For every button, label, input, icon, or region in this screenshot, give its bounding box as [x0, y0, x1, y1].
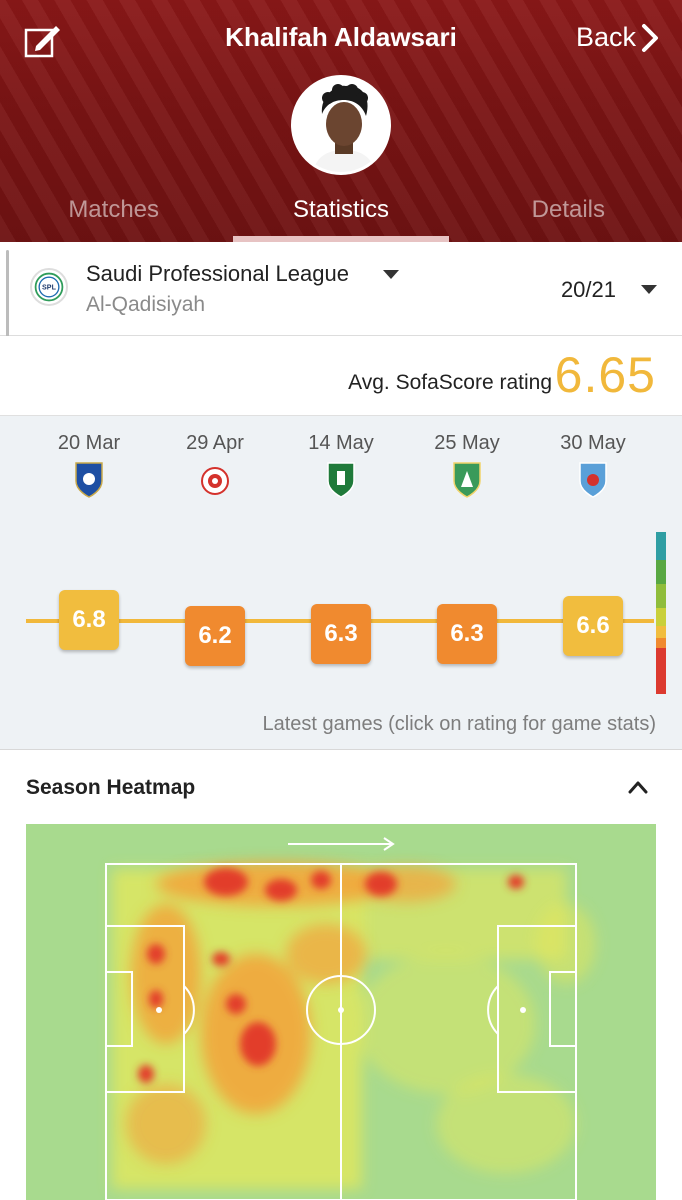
tab-matches[interactable]: Matches [0, 188, 227, 242]
tab-bar: Matches Statistics Details [0, 188, 682, 242]
team-crest-icon [579, 462, 607, 498]
chevron-up-icon[interactable] [628, 780, 648, 794]
game-rating-badge[interactable]: 6.8 [59, 590, 119, 650]
league-dropdown-icon[interactable] [383, 270, 399, 279]
tab-details[interactable]: Details [455, 188, 682, 242]
game-item[interactable]: 30 May [533, 432, 653, 499]
tab-matches-label: Matches [68, 196, 160, 223]
team-crest-icon [327, 462, 355, 498]
game-item[interactable]: 25 May [407, 432, 527, 499]
game-rating-badge[interactable]: 6.3 [311, 604, 371, 664]
game-date: 29 Apr [186, 432, 244, 454]
game-rating-badge[interactable]: 6.6 [563, 596, 623, 656]
tab-statistics-label: Statistics [292, 196, 389, 223]
avg-rating-label: Avg. SofaScore rating [348, 371, 552, 394]
player-avatar [291, 75, 391, 175]
game-rating-badge[interactable]: 6.2 [185, 606, 245, 666]
league-logo: SPL [30, 268, 68, 306]
attack-direction-arrow-icon [288, 837, 395, 851]
chevron-right-icon [642, 23, 658, 52]
game-item[interactable]: 20 Mar [29, 432, 149, 499]
tab-statistics[interactable]: Statistics [227, 188, 454, 242]
game-rating-badge[interactable]: 6.3 [437, 604, 497, 664]
heatmap-title: Season Heatmap [26, 776, 196, 799]
team-crest-icon [75, 462, 103, 498]
team-crest-icon [201, 467, 229, 495]
latest-games-panel: 20 Mar 29 Apr 14 May 25 May 30 May 6.8 6… [0, 416, 682, 750]
avg-rating-value: 6.65 [554, 347, 656, 403]
heatmap-graphic [105, 837, 596, 1200]
season-heatmap-header[interactable]: Season Heatmap [0, 750, 682, 824]
season-selector[interactable]: 20/21 [561, 277, 616, 303]
league-selector-row: SPL Saudi Professional League Al-Qadisiy… [0, 242, 682, 336]
league-name[interactable]: Saudi Professional League [86, 261, 349, 287]
tab-details-label: Details [531, 196, 605, 223]
avg-rating-row: Avg. SofaScore rating 6.65 [0, 336, 682, 416]
game-item[interactable]: 14 May [281, 432, 401, 499]
game-date: 14 May [308, 432, 374, 454]
heatmap-pitch [26, 824, 656, 1200]
player-photo [294, 78, 388, 172]
game-date: 25 May [434, 432, 500, 454]
league-logo-text: SPL [42, 284, 57, 292]
team-name: Al-Qadisiyah [86, 293, 206, 316]
rating-color-scale [656, 532, 666, 694]
season-dropdown-icon[interactable] [641, 285, 657, 294]
team-crest-icon [453, 462, 481, 498]
latest-games-caption: Latest games (click on rating for game s… [262, 713, 657, 735]
game-item[interactable]: 29 Apr [155, 432, 275, 499]
back-label: Back [575, 22, 636, 52]
back-button[interactable]: Back [576, 22, 660, 53]
player-header: Khalifah Aldawsari Back Matches Statisti… [0, 0, 682, 242]
game-date: 30 May [560, 432, 626, 454]
game-date: 20 Mar [57, 432, 121, 454]
